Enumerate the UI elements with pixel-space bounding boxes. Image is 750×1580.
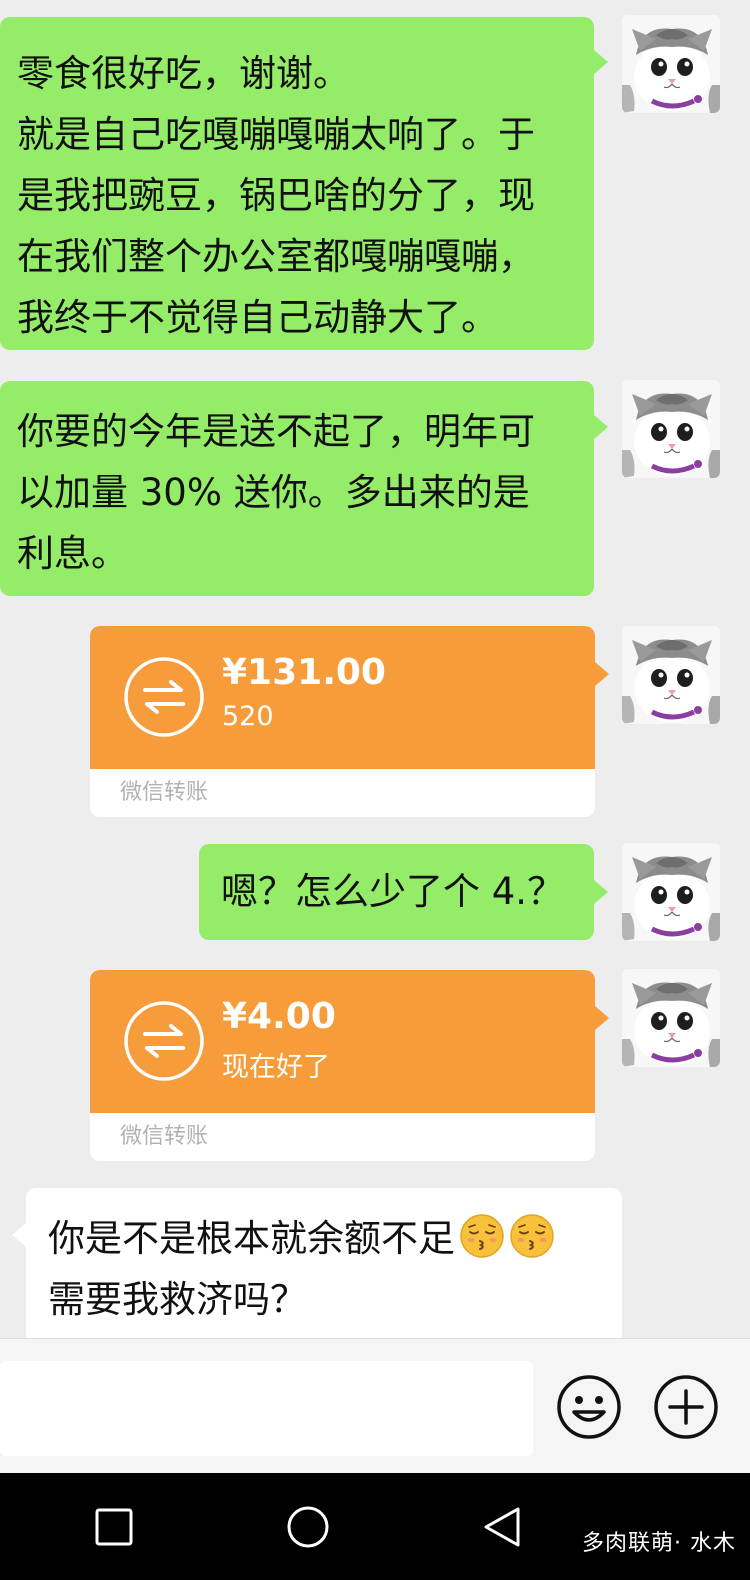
- avatar[interactable]: [622, 843, 720, 941]
- kissing-face-emoji-icon: [459, 1213, 505, 1259]
- avatar[interactable]: [622, 380, 720, 478]
- bubble-tail: [594, 415, 608, 439]
- transfer-note: 现在好了: [222, 1052, 330, 1083]
- transfer-label: 微信转账: [90, 1113, 595, 1161]
- message-text-line: 以加量 30% 送你。多出来的是: [17, 471, 530, 514]
- back-triangle-icon[interactable]: [474, 1499, 530, 1555]
- message-text-line: 你是不是根本就余额不足: [48, 1208, 622, 1269]
- chat-area[interactable]: 零食很好吃，谢谢。 就是自己吃嘎嘣嘎嘣太响了。于 是我把豌豆，锅巴啥的分了，现 …: [0, 0, 750, 1338]
- watermark: 多肉联萌· 水木: [582, 1531, 736, 1556]
- cat-avatar-icon: [622, 626, 720, 724]
- message-text-line: 就是自己吃嘎嘣嘎嘣太响了。于: [17, 113, 535, 156]
- message-text-line: 嗯？怎么少了个 4.？: [221, 870, 565, 913]
- transfer-card[interactable]: ¥131.00 520 微信转账: [90, 626, 595, 817]
- message-input[interactable]: [0, 1361, 533, 1456]
- message-text-line: 利息。: [17, 532, 128, 575]
- avatar[interactable]: [622, 969, 720, 1067]
- message-bubble-sent[interactable]: 嗯？怎么少了个 4.？: [199, 844, 594, 940]
- bubble-tail: [595, 1006, 609, 1030]
- message-text: 你是不是根本就余额不足: [48, 1217, 455, 1260]
- smiley-face-icon[interactable]: [556, 1374, 622, 1440]
- transfer-amount: ¥4.00: [222, 996, 336, 1037]
- transfer-arrows-icon: [123, 656, 205, 738]
- input-bar: [0, 1338, 750, 1474]
- message-text-line: 零食很好吃，谢谢。: [17, 52, 350, 95]
- message-text-line: 需要我救济吗？: [48, 1278, 307, 1321]
- cat-avatar-icon: [622, 380, 720, 478]
- avatar[interactable]: [622, 15, 720, 113]
- transfer-label: 微信转账: [90, 769, 595, 817]
- avatar[interactable]: [622, 626, 720, 724]
- bubble-tail: [594, 50, 608, 74]
- transfer-card-body: ¥131.00 520: [90, 626, 595, 769]
- message-text-line: 在我们整个办公室都嘎嘣嘎嘣，: [17, 235, 535, 278]
- transfer-note: 520: [222, 701, 274, 732]
- message-text-line: 你要的今年是送不起了，明年可: [17, 410, 535, 453]
- bubble-tail: [12, 1223, 26, 1247]
- message-bubble-received[interactable]: 你是不是根本就余额不足 需要我救济吗？: [26, 1188, 622, 1338]
- cat-avatar-icon: [622, 15, 720, 113]
- bubble-tail: [595, 662, 609, 686]
- system-nav-bar: 多肉联萌· 水木: [0, 1473, 750, 1580]
- transfer-card[interactable]: ¥4.00 现在好了 微信转账: [90, 970, 595, 1161]
- message-text-line: 是我把豌豆，锅巴啥的分了，现: [17, 174, 535, 217]
- transfer-card-body: ¥4.00 现在好了: [90, 970, 595, 1113]
- message-bubble-sent[interactable]: 零食很好吃，谢谢。 就是自己吃嘎嘣嘎嘣太响了。于 是我把豌豆，锅巴啥的分了，现 …: [0, 17, 594, 350]
- bubble-tail: [594, 880, 608, 904]
- home-circle-icon[interactable]: [280, 1499, 336, 1555]
- transfer-amount: ¥131.00: [222, 652, 386, 693]
- message-bubble-sent[interactable]: 你要的今年是送不起了，明年可 以加量 30% 送你。多出来的是 利息。: [0, 381, 594, 596]
- transfer-arrows-icon: [123, 1000, 205, 1082]
- cat-avatar-icon: [622, 969, 720, 1067]
- cat-avatar-icon: [622, 843, 720, 941]
- plus-circle-icon[interactable]: [653, 1374, 719, 1440]
- message-text-line: 我终于不觉得自己动静大了。: [17, 296, 498, 339]
- recent-apps-square-icon[interactable]: [86, 1499, 142, 1555]
- kissing-face-emoji-icon: [509, 1213, 555, 1259]
